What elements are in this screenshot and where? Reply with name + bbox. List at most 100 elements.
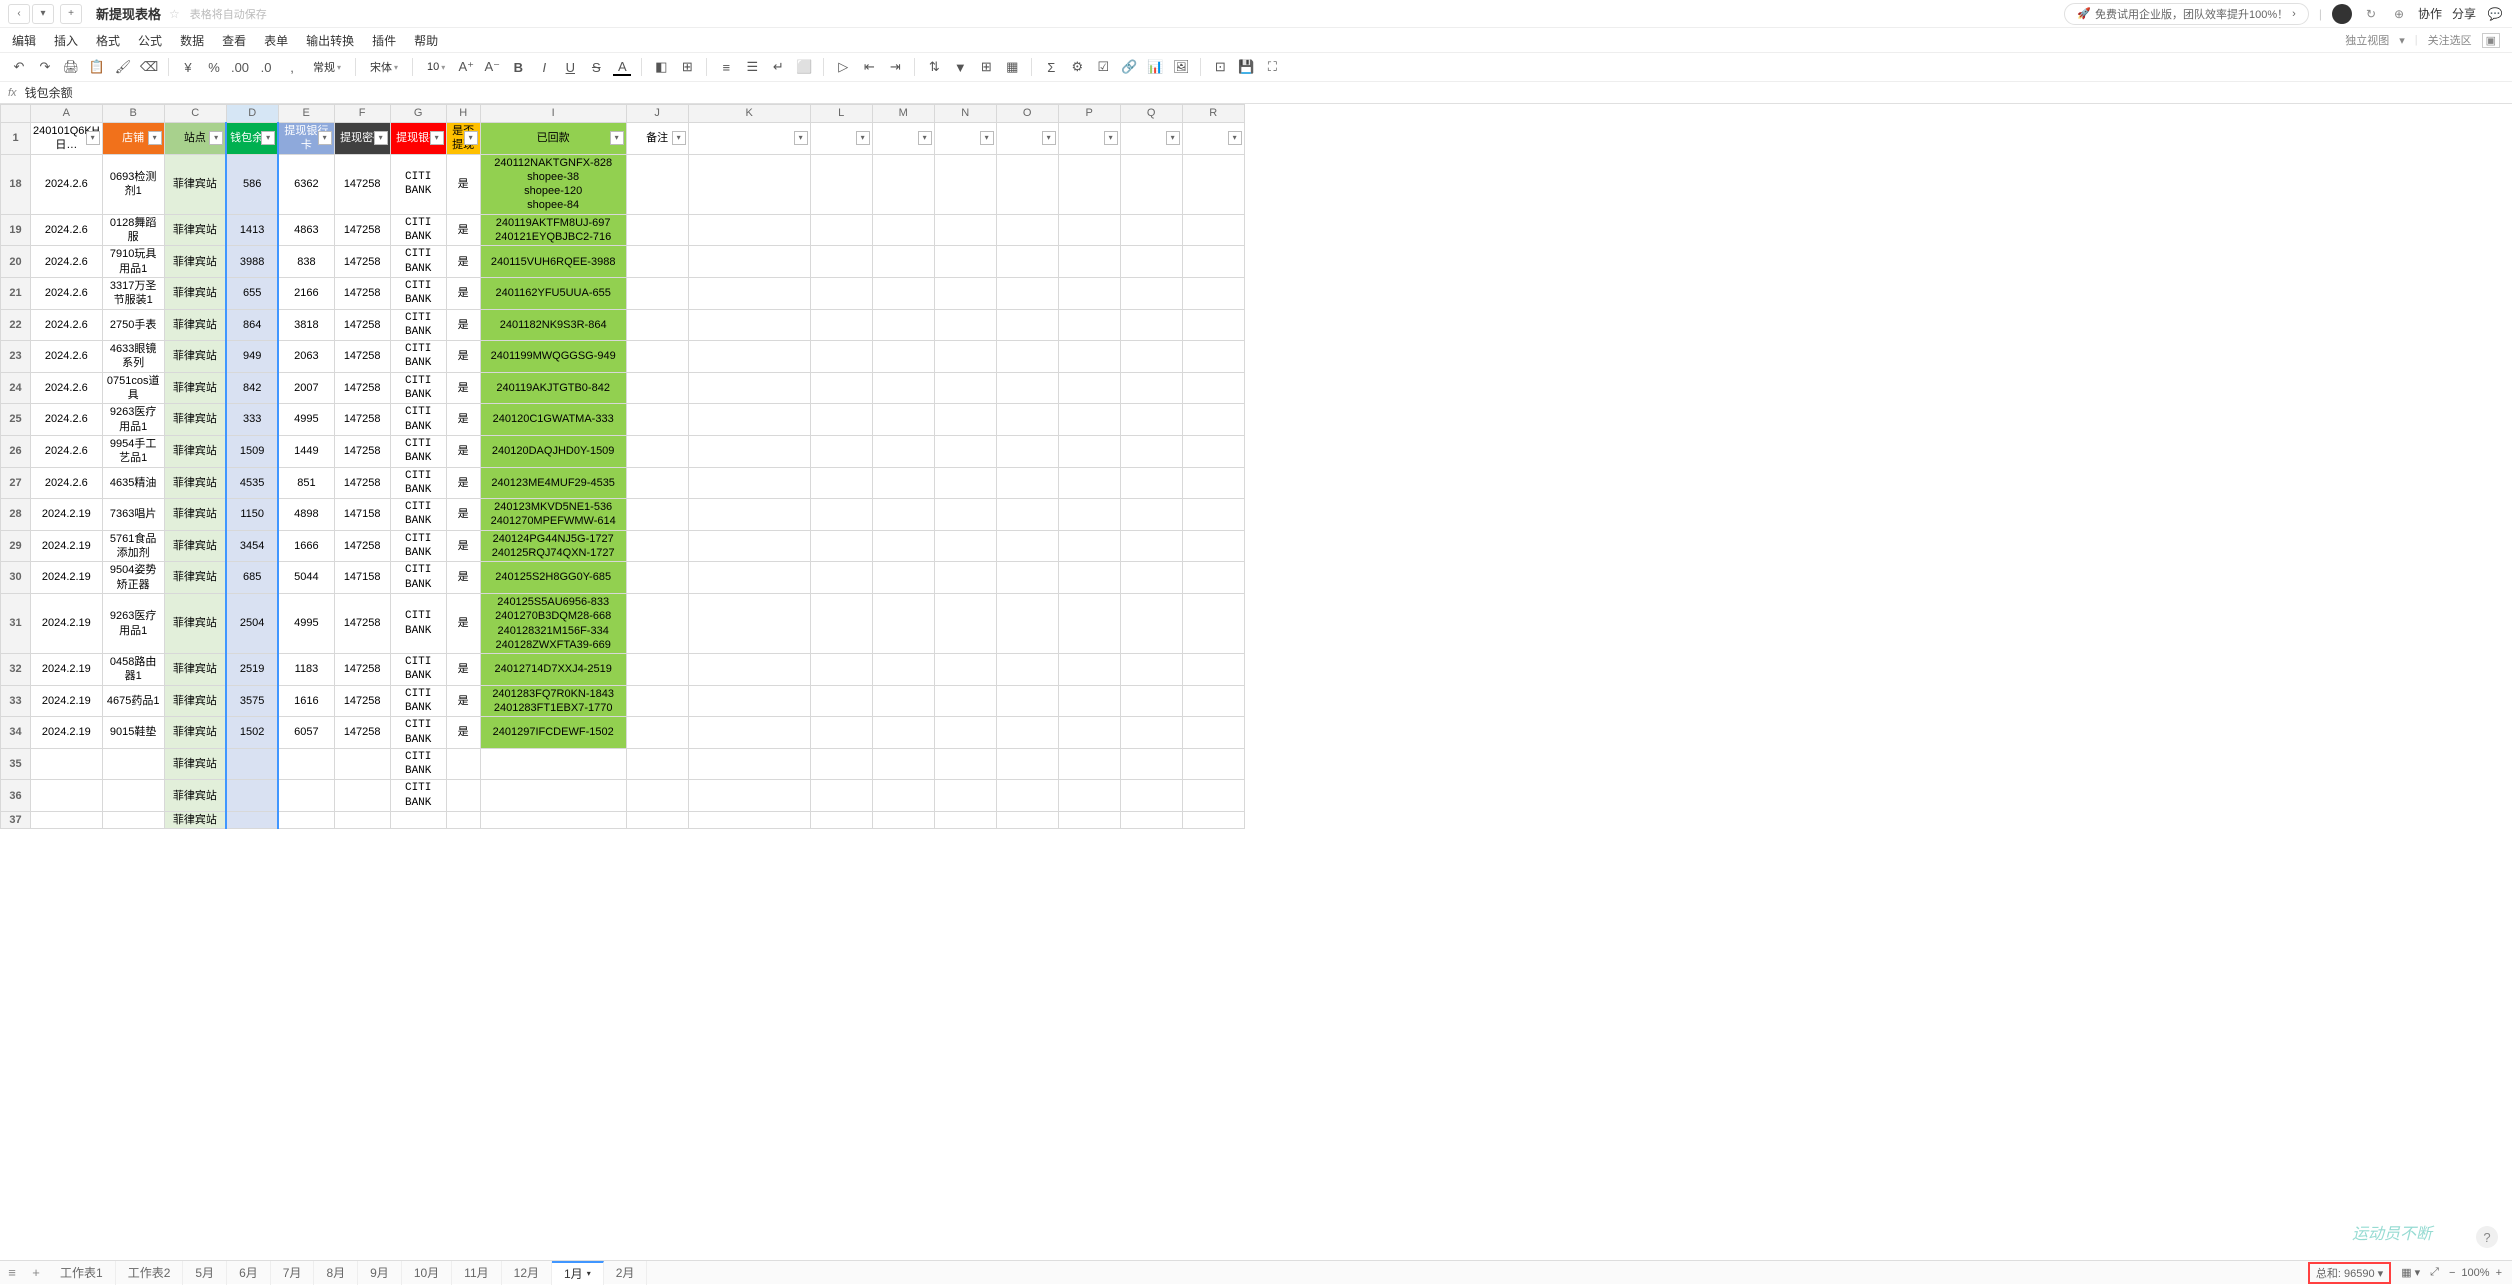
cell-O19[interactable] [996,214,1058,246]
cell-F25[interactable]: 147258 [334,404,390,436]
cell-Q20[interactable] [1120,246,1182,278]
cell-B33[interactable]: 4675药品1 [102,685,164,717]
cell-G24[interactable]: CITI BANK [390,372,446,404]
cell-F37[interactable] [334,812,390,829]
cell-O23[interactable] [996,341,1058,373]
row-header-25[interactable]: 25 [1,404,31,436]
cell-J32[interactable] [626,654,688,686]
cell-R28[interactable] [1182,499,1244,531]
cell-Q32[interactable] [1120,654,1182,686]
cell-J36[interactable] [626,780,688,812]
cell-G30[interactable]: CITI BANK [390,562,446,594]
filter-dropdown[interactable]: ▾ [1042,131,1056,145]
cell-C20[interactable]: 菲律宾站 [164,246,226,278]
filter-dropdown[interactable]: ▾ [980,131,994,145]
cell-J29[interactable] [626,530,688,562]
cell-M33[interactable] [872,685,934,717]
cell-E31[interactable]: 4995 [278,593,334,653]
row-header-30[interactable]: 30 [1,562,31,594]
share-link[interactable]: 分享 [2452,5,2476,22]
cell-H23[interactable]: 是 [446,341,480,373]
header-cell-F[interactable]: 提现密码▾ [334,123,390,155]
underline-icon[interactable]: U [561,58,579,76]
cell-B25[interactable]: 9263医疗用品1 [102,404,164,436]
cell-I30[interactable]: 240125S2H8GG0Y-685 [480,562,626,594]
cell-O26[interactable] [996,435,1058,467]
header-cell-B[interactable]: 店铺▾ [102,123,164,155]
cell-I23[interactable]: 2401199MWQGGSG-949 [480,341,626,373]
cell-N36[interactable] [934,780,996,812]
cell-R20[interactable] [1182,246,1244,278]
cell-R26[interactable] [1182,435,1244,467]
cell-J20[interactable] [626,246,688,278]
cell-E30[interactable]: 5044 [278,562,334,594]
cell-A34[interactable]: 2024.2.19 [31,717,103,749]
cell-D19[interactable]: 1413 [226,214,278,246]
cell-F24[interactable]: 147258 [334,372,390,404]
cell-P27[interactable] [1058,467,1120,499]
cell-D23[interactable]: 949 [226,341,278,373]
zoom-fit-icon[interactable]: ⤢ [2430,1266,2439,1279]
cell-B28[interactable]: 7363唱片 [102,499,164,531]
number-format-select[interactable]: 常规▾ [309,59,345,75]
cell-M22[interactable] [872,309,934,341]
cell-M35[interactable] [872,748,934,780]
cell-H31[interactable]: 是 [446,593,480,653]
row-header-19[interactable]: 19 [1,214,31,246]
cell-P20[interactable] [1058,246,1120,278]
cell-H28[interactable]: 是 [446,499,480,531]
cell-N24[interactable] [934,372,996,404]
cell-Q36[interactable] [1120,780,1182,812]
cell-A27[interactable]: 2024.2.6 [31,467,103,499]
header-cell-I[interactable]: 已回款▾ [480,123,626,155]
cell-R35[interactable] [1182,748,1244,780]
filter-dropdown[interactable]: ▾ [430,131,444,145]
cell-E22[interactable]: 3818 [278,309,334,341]
cell-M32[interactable] [872,654,934,686]
filter-dropdown[interactable]: ▾ [794,131,808,145]
clock-icon[interactable]: ⊕ [2390,5,2408,23]
cell-P28[interactable] [1058,499,1120,531]
cell-A30[interactable]: 2024.2.19 [31,562,103,594]
cell-O28[interactable] [996,499,1058,531]
cell-L36[interactable] [810,780,872,812]
cell-F29[interactable]: 147258 [334,530,390,562]
cell-Q19[interactable] [1120,214,1182,246]
freeze-icon[interactable]: ⊡ [1211,58,1229,76]
cell-Q27[interactable] [1120,467,1182,499]
header-cell-P[interactable]: ▾ [1058,123,1120,155]
row-header-29[interactable]: 29 [1,530,31,562]
cell-P30[interactable] [1058,562,1120,594]
cell-G26[interactable]: CITI BANK [390,435,446,467]
chart-icon[interactable]: 📊 [1146,58,1164,76]
cell-H20[interactable]: 是 [446,246,480,278]
cell-L26[interactable] [810,435,872,467]
cell-J31[interactable] [626,593,688,653]
paint-icon[interactable]: 🖌 [114,58,132,76]
collaborate-link[interactable]: 协作 [2418,5,2442,22]
cell-N37[interactable] [934,812,996,829]
cell-O36[interactable] [996,780,1058,812]
cell-D27[interactable]: 4535 [226,467,278,499]
cell-D34[interactable]: 1502 [226,717,278,749]
cell-O24[interactable] [996,372,1058,404]
cell-E34[interactable]: 6057 [278,717,334,749]
cell-D21[interactable]: 655 [226,277,278,309]
cell-R23[interactable] [1182,341,1244,373]
cell-R27[interactable] [1182,467,1244,499]
sheet-tab-5月[interactable]: 5月 [183,1261,227,1285]
cell-C31[interactable]: 菲律宾站 [164,593,226,653]
cell-H19[interactable]: 是 [446,214,480,246]
cell-D30[interactable]: 685 [226,562,278,594]
gear-icon[interactable]: ⚙ [1068,58,1086,76]
clear-format-icon[interactable]: ⌫ [140,58,158,76]
collapse-icon[interactable]: ▣ [2482,33,2500,48]
row-header-36[interactable]: 36 [1,780,31,812]
cell-H36[interactable] [446,780,480,812]
col-header-F[interactable]: F [334,105,390,123]
header-cell-E[interactable]: 提现银行卡▾ [278,123,334,155]
cell-N28[interactable] [934,499,996,531]
cell-G23[interactable]: CITI BANK [390,341,446,373]
cell-E36[interactable] [278,780,334,812]
cell-R33[interactable] [1182,685,1244,717]
